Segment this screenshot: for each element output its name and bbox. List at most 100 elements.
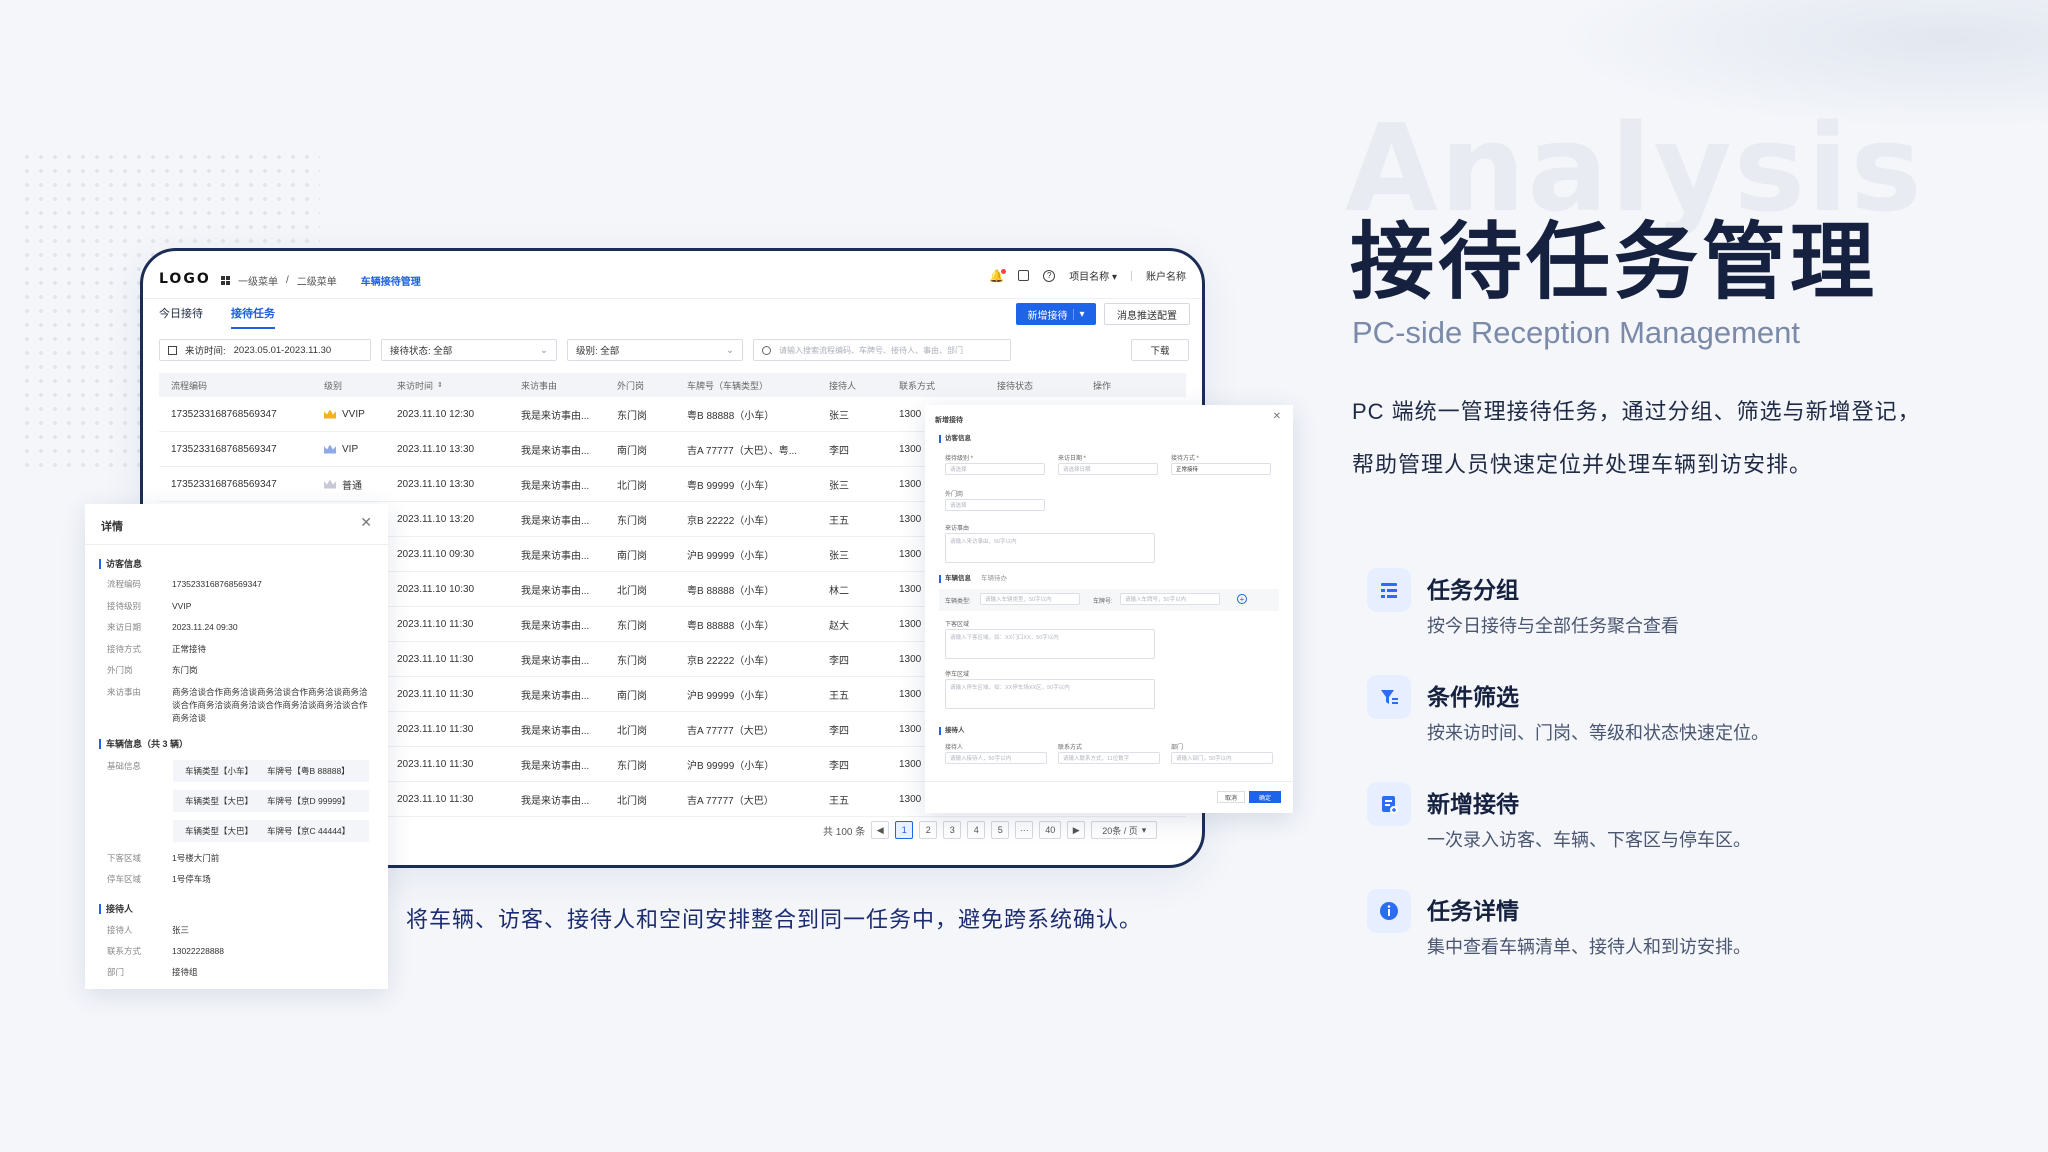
page-1[interactable]: 1 xyxy=(895,821,914,839)
page-2[interactable]: 2 xyxy=(919,821,938,839)
crumb-current: 车辆接待管理 xyxy=(360,277,421,288)
detail-field: 部门 接待组 xyxy=(107,967,198,977)
page-4[interactable]: 4 xyxy=(967,821,986,839)
department-input[interactable]: 请输入部门，50字以内 xyxy=(1171,752,1273,764)
vehicle-item: 车辆类型【小车】 车牌号【粤B 88888】 xyxy=(173,760,369,782)
level-select[interactable]: 请选择 xyxy=(945,463,1045,475)
push-config-button[interactable]: 消息推送配置 xyxy=(1104,303,1190,325)
crown-icon xyxy=(324,444,336,454)
tab-bar: 今日接待 接待任务 xyxy=(159,305,275,329)
section-host: 接待人 xyxy=(99,904,133,914)
vehicle-item: 车辆类型【大巴】 车牌号【京C 44444】 xyxy=(173,820,369,842)
level-filter[interactable]: 级别: 全部 ⌄ xyxy=(567,339,743,361)
detail-field: 停车区域 1号停车场 xyxy=(107,874,211,884)
page-ellipsis[interactable]: ··· xyxy=(1015,821,1034,839)
vehicle-item: 车辆类型【大巴】 车牌号【京D 99999】 xyxy=(173,790,369,812)
project-select[interactable]: 项目名称 ▾ xyxy=(1069,268,1117,283)
detail-field: 接待人 张三 xyxy=(107,925,190,935)
tab-today[interactable]: 今日接待 xyxy=(159,305,203,329)
page-size-select[interactable]: 20条 / 页 ▾ xyxy=(1091,821,1158,839)
logo: LOGO xyxy=(159,271,211,287)
chevron-down-icon: ⌄ xyxy=(726,344,734,356)
detail-drawer: 详情 ✕ 访客信息 流程编码 1735233168768569347 接待级别 VVI… xyxy=(85,504,388,989)
calendar-icon[interactable] xyxy=(1018,270,1030,281)
confirm-button[interactable]: 确定 xyxy=(1249,791,1281,803)
sortable-header[interactable]: 来访时间 ⇕ xyxy=(397,373,443,397)
total-count: 共 100 条 xyxy=(823,826,866,838)
detail-field: 流程编码 1735233168768569347 xyxy=(107,579,262,589)
reason-textarea[interactable]: 请输入来访事由，50字以内 xyxy=(945,533,1155,563)
page-5[interactable]: 5 xyxy=(991,821,1010,839)
crumb-1[interactable]: 一级菜单 xyxy=(238,273,278,288)
page-3[interactable]: 3 xyxy=(943,821,962,839)
detail-field: 外门岗 东门岗 xyxy=(107,665,198,675)
form-section-host: 接待人 xyxy=(939,727,965,735)
form-section-visitor: 访客信息 xyxy=(939,435,971,443)
host-input[interactable]: 请输入接待人，50字以内 xyxy=(945,752,1047,764)
feature-add: 新增接待 一次录入访客、车辆、下客区与停车区。 xyxy=(1367,782,1927,862)
cancel-button[interactable]: 取消 xyxy=(1217,791,1245,803)
feature-grouping: 任务分组 按今日接待与全部任务聚合查看 xyxy=(1367,568,1927,648)
breadcrumb: 一级菜单 / 二级菜单 车辆接待管理 xyxy=(221,273,421,288)
caret-down-icon: ▾ xyxy=(1073,308,1085,320)
new-reception-panel: 新增接待 ✕ 访客信息 接待级别 * 请选择 来访日期 * 请选择日期 接待方式… xyxy=(925,405,1293,813)
page-40[interactable]: 40 xyxy=(1039,821,1062,839)
table-header: 流程编码 级别 来访时间 ⇕ 来访事由 外门岗 车牌号（车辆类型） 接待人 联系方… xyxy=(159,373,1186,397)
drawer-title: 详情 xyxy=(101,521,123,533)
account-name[interactable]: 账户名称 xyxy=(1146,268,1186,283)
detail-field: 接待级别 VVIP xyxy=(107,600,192,611)
close-icon[interactable]: ✕ xyxy=(360,514,372,531)
search-icon xyxy=(762,345,771,355)
detail-field: 接待方式 正常接待 xyxy=(107,643,207,654)
detail-field: 来访事由 商务洽谈合作商务洽谈商务洽谈合作商务洽谈商务洽谈合作商务洽谈商务洽谈合作… xyxy=(107,686,368,723)
grid-icon xyxy=(221,276,230,285)
panel-title: 新增接待 xyxy=(935,417,963,424)
visit-time-filter[interactable]: 来访时间: 2023.05.01-2023.11.30 xyxy=(159,339,371,361)
search-input[interactable]: 请输入搜索流程编码、车牌号、接待人、事由、部门 xyxy=(753,339,1011,361)
crown-icon xyxy=(324,409,336,419)
page-description: PC 端统一管理接待任务，通过分组、筛选与新增登记， 帮助管理人员快速定位并处理车… xyxy=(1352,399,1921,477)
add-doc-icon xyxy=(1367,782,1411,826)
phone-input[interactable]: 请输入联系方式，11位数字 xyxy=(1058,752,1160,764)
feature-filter: 条件筛选 按来访时间、门岗、等级和状态快速定位。 xyxy=(1367,675,1927,755)
caption-text: 将车辆、访客、接待人和空间安排整合到同一任务中，避免跨系统确认。 xyxy=(406,907,1143,932)
pagination: 共 100 条 ◀ 1 2 3 4 5 ··· 40 ▶ 20条 / 页 ▾ xyxy=(823,821,1158,839)
visit-date-input[interactable]: 请选择日期 xyxy=(1058,463,1158,475)
filter-icon xyxy=(1367,675,1411,719)
dropoff-textarea[interactable]: 请输入下客区域，如：XX门口XX，50字以内 xyxy=(945,629,1155,659)
feature-detail: 任务详情 集中查看车辆清单、接待人和到访安排。 xyxy=(1367,889,1927,969)
plate-input[interactable]: 请输入车牌号，50字以内 xyxy=(1120,593,1220,605)
gate-select[interactable]: 请选择 xyxy=(945,499,1045,511)
form-section-vehicle: 车辆信息 车辆待办 xyxy=(939,575,1007,583)
crumb-sep: / xyxy=(286,275,289,286)
chevron-down-icon: ⌄ xyxy=(540,344,548,356)
parking-textarea[interactable]: 请输入停车区域，如：XX停车场XX区，50字以内 xyxy=(945,679,1155,709)
download-button[interactable]: 下载 xyxy=(1131,339,1189,361)
vehicle-type-input[interactable]: 请输入车辆类型，50字以内 xyxy=(980,593,1080,605)
bell-icon[interactable]: 🔔 xyxy=(989,268,1007,283)
status-filter[interactable]: 接待状态: 全部 ⌄ xyxy=(381,339,557,361)
detail-field: 联系方式 13022228888 xyxy=(107,946,225,956)
top-bar: LOGO 一级菜单 / 二级菜单 车辆接待管理 🔔 ? 项目名称 ▾ 账户名称 xyxy=(143,251,1202,299)
toolbar-right: 🔔 ? 项目名称 ▾ 账户名称 xyxy=(989,268,1186,283)
crown-icon xyxy=(324,479,336,489)
crumb-2[interactable]: 二级菜单 xyxy=(297,273,337,288)
base-info-label: 基础信息 xyxy=(107,761,142,771)
help-icon[interactable]: ? xyxy=(1043,269,1056,282)
section-visitor: 访客信息 xyxy=(99,559,142,569)
list-icon xyxy=(1367,568,1411,612)
page-subtitle: PC-side Reception Management xyxy=(1352,315,1801,350)
page-title: 接待任务管理 xyxy=(1350,215,1879,309)
info-icon xyxy=(1367,889,1411,933)
tab-tasks[interactable]: 接待任务 xyxy=(231,305,275,329)
close-icon[interactable]: ✕ xyxy=(1273,411,1281,422)
filter-bar: 来访时间: 2023.05.01-2023.11.30 接待状态: 全部 ⌄ 级别:… xyxy=(159,339,1189,363)
prev-page-button[interactable]: ◀ xyxy=(871,821,890,839)
add-vehicle-icon[interactable]: + xyxy=(1237,594,1247,604)
section-vehicle: 车辆信息（共 3 辆） xyxy=(99,739,188,749)
calendar-icon xyxy=(168,345,177,355)
next-page-button[interactable]: ▶ xyxy=(1067,821,1086,839)
detail-field: 来访日期 2023.11.24 09:30 xyxy=(107,622,238,632)
reception-method-select[interactable]: 正常接待 xyxy=(1171,463,1271,475)
add-reception-button[interactable]: 新增接待 ▾ xyxy=(1016,303,1096,325)
